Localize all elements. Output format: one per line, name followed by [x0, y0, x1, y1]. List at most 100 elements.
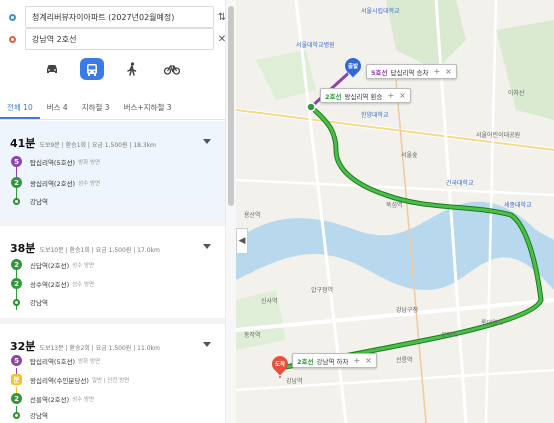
route-option-3[interactable]: 32분 도보13분 | 환승2회 | 요금 1,500원 | 11.0km 5 … — [0, 324, 225, 423]
destination-stop-icon — [13, 298, 20, 306]
route-details: 도보9분 | 환승1회 | 요금 1,500원 | 18.3km — [39, 142, 157, 149]
map-label: 한양대학교 — [361, 112, 389, 119]
tab-all[interactable]: 전체 10 — [0, 96, 40, 119]
direction-text: 일반 | 인천 방면 — [91, 377, 130, 384]
destination-row: 강남역 2호선 ✕ — [6, 28, 230, 50]
line-5-badge: 5 — [11, 355, 22, 366]
scrollbar-thumb[interactable] — [228, 6, 234, 206]
route-step: 강남역 — [11, 410, 48, 420]
transfer-callout[interactable]: 2호선 왕십리역 환승 + × — [320, 88, 411, 103]
destination-stop-icon — [13, 197, 20, 205]
destination-input[interactable]: 강남역 2호선 — [25, 28, 214, 50]
line-2-badge: 2 — [11, 259, 22, 270]
route-step: 2 선릉역(2호선) 성수 방면 — [11, 393, 94, 404]
station-name: 선릉역(2호선) — [30, 395, 70, 404]
station-name: 강남역 — [30, 299, 48, 307]
route-step: 2 신답역(2호선) 성수 방면 — [11, 259, 94, 270]
station-name: 강남역 — [30, 412, 48, 420]
line-5-badge: 5 — [11, 156, 22, 167]
map-label: 압구정역 — [311, 287, 334, 294]
direction-text: 성수 방면 — [72, 262, 95, 269]
map-label: 건국대학교 — [446, 180, 474, 187]
tab-bus[interactable]: 버스 4 — [40, 96, 75, 119]
map-label: 신사역 — [261, 298, 278, 305]
origin-row: 청계리버뷰자이아파트 (2027년02월예정) ⇅ — [6, 6, 230, 28]
route-details: 도보13분 | 환승2회 | 요금 1,500원 | 11.0km — [39, 345, 160, 352]
route-summary: 32분 도보13분 | 환승2회 | 요금 1,500원 | 11.0km — [10, 338, 160, 354]
callout-line: 2호선 — [325, 92, 342, 101]
map-label: 서울시립대학교 — [361, 8, 400, 15]
map-label: 서울숲 — [401, 152, 418, 159]
direction-text: 방화 방면 — [78, 159, 101, 166]
line-2-badge: 2 — [11, 278, 22, 289]
station-name: 왕십리역(수인분당선) — [30, 376, 89, 385]
alight-callout[interactable]: 2호선 강남역 하차 + × — [292, 353, 377, 368]
route-details: 도보10분 | 환승1회 | 요금 1,500원 | 17.0km — [39, 247, 160, 254]
car-icon — [47, 65, 57, 73]
route-duration: 32분 — [10, 340, 36, 353]
tab-subway[interactable]: 지하철 3 — [75, 96, 117, 119]
map-view[interactable]: 서울시립대학교 서울대학교병원 한양대학교 서울숲 건국대학교 서울어린이대공원… — [236, 0, 554, 423]
expand-arrow-icon[interactable] — [203, 244, 211, 249]
collapse-panel-button[interactable]: ◀ — [236, 228, 248, 254]
suin-bundang-line-badge: 분 — [11, 374, 22, 385]
route-panel: 청계리버뷰자이아파트 (2027년02월예정) ⇅ 강남역 2호선 ✕ 전체 1… — [0, 0, 236, 423]
station-name: 강남역 — [30, 198, 48, 206]
plus-icon[interactable]: + — [353, 356, 360, 365]
transport-modes — [40, 58, 184, 80]
route-option-2[interactable]: 38분 도보10분 | 환승1회 | 요금 1,500원 | 17.0km 2 … — [0, 226, 225, 318]
line-2-badge: 2 — [11, 177, 22, 188]
route-summary: 41분 도보9분 | 환승1회 | 요금 1,500원 | 18.3km — [10, 135, 156, 151]
station-name: 왕십리역(2호선) — [30, 179, 76, 188]
tab-bus-subway[interactable]: 버스+지하철 3 — [117, 96, 179, 119]
panel-scrollbar[interactable] — [225, 0, 236, 423]
route-step: 5 탑십리역(5호선) 방화 방면 — [11, 156, 100, 167]
map-label: 뚝섬역 — [386, 202, 403, 209]
map-label: 강남역 — [286, 378, 303, 385]
route-summary: 38분 도보10분 | 환승1회 | 요금 1,500원 | 17.0km — [10, 240, 160, 256]
route-step: 5 탑십리역(5호선) 방화 방면 — [11, 355, 100, 366]
callout-text: 강남역 하차 — [316, 357, 349, 366]
expand-arrow-icon[interactable] — [203, 342, 211, 347]
map-label: 선릉역 — [396, 357, 413, 364]
bus-icon — [87, 63, 97, 76]
close-icon[interactable]: × — [365, 356, 372, 365]
route-step: 2 왕십리역(2호선) 성수 방면 — [11, 177, 100, 188]
close-icon[interactable]: × — [399, 91, 406, 100]
destination-dot-icon — [9, 35, 16, 43]
plus-icon[interactable]: + — [433, 67, 440, 76]
direction-text: 성수 방면 — [72, 396, 95, 403]
board-callout[interactable]: 5호선 답십리역 승차 + × — [366, 64, 457, 79]
destination-stop-icon — [13, 411, 20, 419]
route-step: 분 왕십리역(수인분당선) 일반 | 인천 방면 — [11, 374, 129, 385]
route-step: 강남역 — [11, 297, 48, 307]
mode-bike[interactable] — [160, 58, 184, 80]
map-label: 롯데월드 — [481, 320, 504, 327]
route-option-1[interactable]: 41분 도보9분 | 환승1회 | 요금 1,500원 | 18.3km 5 탑… — [0, 121, 225, 220]
direction-text: 성수 방면 — [78, 180, 101, 187]
map-label: 동작역 — [244, 332, 261, 339]
mode-transit[interactable] — [80, 58, 104, 80]
walk-icon — [127, 62, 137, 76]
mode-car[interactable] — [40, 58, 64, 80]
end-pin-label: 도착 — [274, 362, 286, 368]
route-step: 강남역 — [11, 196, 48, 206]
map-label: 서울대학교병원 — [296, 42, 335, 49]
origin-input[interactable]: 청계리버뷰자이아파트 (2027년02월예정) — [25, 6, 214, 28]
expand-arrow-icon[interactable] — [203, 139, 211, 144]
origin-dot-icon — [9, 13, 16, 21]
map-label: 강남구청 — [396, 307, 419, 314]
callout-text: 왕십리역 환승 — [344, 92, 383, 101]
callout-text: 답십리역 승차 — [390, 68, 429, 77]
map-label: 용산역 — [244, 212, 261, 219]
plus-icon[interactable]: + — [387, 91, 394, 100]
route-duration: 38분 — [10, 242, 36, 255]
close-icon[interactable]: × — [445, 67, 452, 76]
mode-walk[interactable] — [120, 58, 144, 80]
direction-text: 성수 방면 — [72, 281, 95, 288]
bike-icon — [164, 65, 180, 75]
route-duration: 41분 — [10, 137, 36, 150]
map-label: 코엑스 — [441, 332, 458, 339]
station-name: 신답역(2호선) — [30, 261, 70, 270]
station-name: 탑십리역(5호선) — [30, 158, 76, 167]
